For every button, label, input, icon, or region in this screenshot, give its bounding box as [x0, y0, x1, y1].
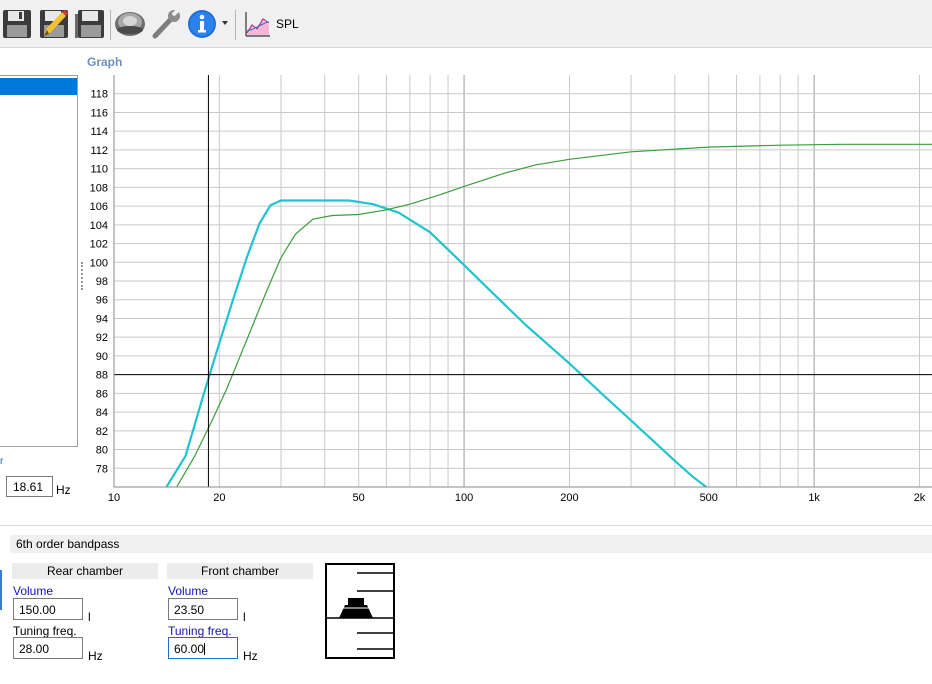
- rear-volume-unit: l: [88, 610, 91, 624]
- front-volume-label: Volume: [168, 584, 209, 598]
- front-volume-unit: l: [243, 610, 246, 624]
- wrench-icon: [152, 8, 180, 39]
- y-tick-label: 116: [90, 107, 108, 119]
- save-as-floppy-icon: [75, 10, 104, 38]
- y-tick-label: 114: [90, 126, 108, 138]
- enclosure-panel: 6th order bandpass Rear chamber Volume 1…: [0, 525, 932, 684]
- y-tick-label: 88: [96, 370, 108, 382]
- x-tick-label: 1k: [808, 492, 820, 504]
- speaker-driver-icon: [115, 12, 145, 36]
- cursor-frequency-field[interactable]: 18.61: [6, 476, 53, 497]
- bandpass-schematic-icon: [325, 563, 395, 659]
- rear-tuning-unit: Hz: [88, 649, 103, 663]
- y-tick-label: 92: [96, 332, 108, 344]
- x-tick-label: 10: [108, 492, 120, 504]
- graph-panel-title: Graph: [87, 55, 123, 69]
- spl-graph-label[interactable]: SPL: [276, 17, 299, 31]
- save-as-button[interactable]: [73, 6, 107, 42]
- text-caret: [204, 643, 206, 655]
- rear-volume-label: Volume: [13, 584, 54, 598]
- y-tick-label: 90: [96, 351, 108, 363]
- x-tick-label: 200: [560, 492, 578, 504]
- chevron-down-icon[interactable]: [222, 21, 228, 25]
- y-tick-label: 108: [90, 182, 108, 194]
- spl-graph-button[interactable]: [240, 6, 274, 42]
- y-tick-label: 94: [96, 313, 108, 325]
- x-tick-label: 100: [455, 492, 473, 504]
- y-tick-label: 100: [90, 257, 108, 269]
- list-item-selected[interactable]: [0, 78, 77, 95]
- cursor-label: r: [0, 456, 4, 467]
- toolbar: SPL: [0, 0, 932, 48]
- settings-button[interactable]: [149, 6, 183, 42]
- x-tick-label: 2k: [914, 492, 926, 504]
- y-tick-label: 86: [96, 388, 108, 400]
- y-tick-label: 78: [96, 463, 108, 475]
- y-tick-label: 112: [90, 145, 108, 157]
- y-tick-label: 82: [96, 426, 108, 438]
- floppy-disk-icon: [3, 10, 31, 38]
- front-tuning-value: 60.00: [174, 642, 205, 656]
- front-tuning-label: Tuning freq.: [168, 624, 232, 638]
- y-tick-label: 118: [90, 89, 108, 101]
- toolbar-separator: [110, 10, 111, 40]
- edit-floppy-icon: [40, 10, 68, 38]
- y-tick-label: 80: [96, 445, 108, 457]
- front-tuning-unit: Hz: [243, 649, 258, 663]
- cursor-frequency-unit: Hz: [56, 483, 71, 497]
- x-tick-label: 20: [213, 492, 225, 504]
- rear-chamber-header: Rear chamber: [12, 563, 158, 579]
- rear-volume-input[interactable]: 150.00: [13, 598, 83, 620]
- panel-edge: [0, 570, 2, 610]
- y-tick-label: 110: [90, 164, 108, 176]
- y-tick-label: 102: [90, 239, 108, 251]
- info-icon: [188, 10, 216, 38]
- toolbar-separator: [235, 10, 236, 40]
- edit-button[interactable]: [37, 6, 71, 42]
- rear-tuning-label: Tuning freq.: [13, 624, 77, 638]
- driver-button[interactable]: [113, 6, 147, 42]
- save-button[interactable]: [0, 6, 34, 42]
- front-volume-input[interactable]: 23.50: [168, 598, 238, 620]
- y-tick-label: 96: [96, 295, 108, 307]
- graph-list[interactable]: [0, 75, 78, 447]
- x-tick-label: 50: [353, 492, 365, 504]
- y-tick-label: 104: [90, 220, 108, 232]
- y-tick-label: 98: [96, 276, 108, 288]
- rear-tuning-input[interactable]: 28.00: [13, 637, 83, 659]
- spl-graph-icon: [245, 12, 270, 37]
- y-tick-label: 84: [96, 407, 108, 419]
- x-tick-label: 500: [700, 492, 718, 504]
- y-tick-label: 106: [90, 201, 108, 213]
- front-chamber-header: Front chamber: [167, 563, 313, 579]
- spl-chart[interactable]: 78 80 82 84 86 88 90 92 94 96 98 100 102 104 106 108 110…: [82, 70, 932, 510]
- info-button[interactable]: [185, 6, 219, 42]
- enclosure-title: 6th order bandpass: [10, 535, 932, 553]
- front-tuning-input[interactable]: 60.00: [168, 637, 238, 659]
